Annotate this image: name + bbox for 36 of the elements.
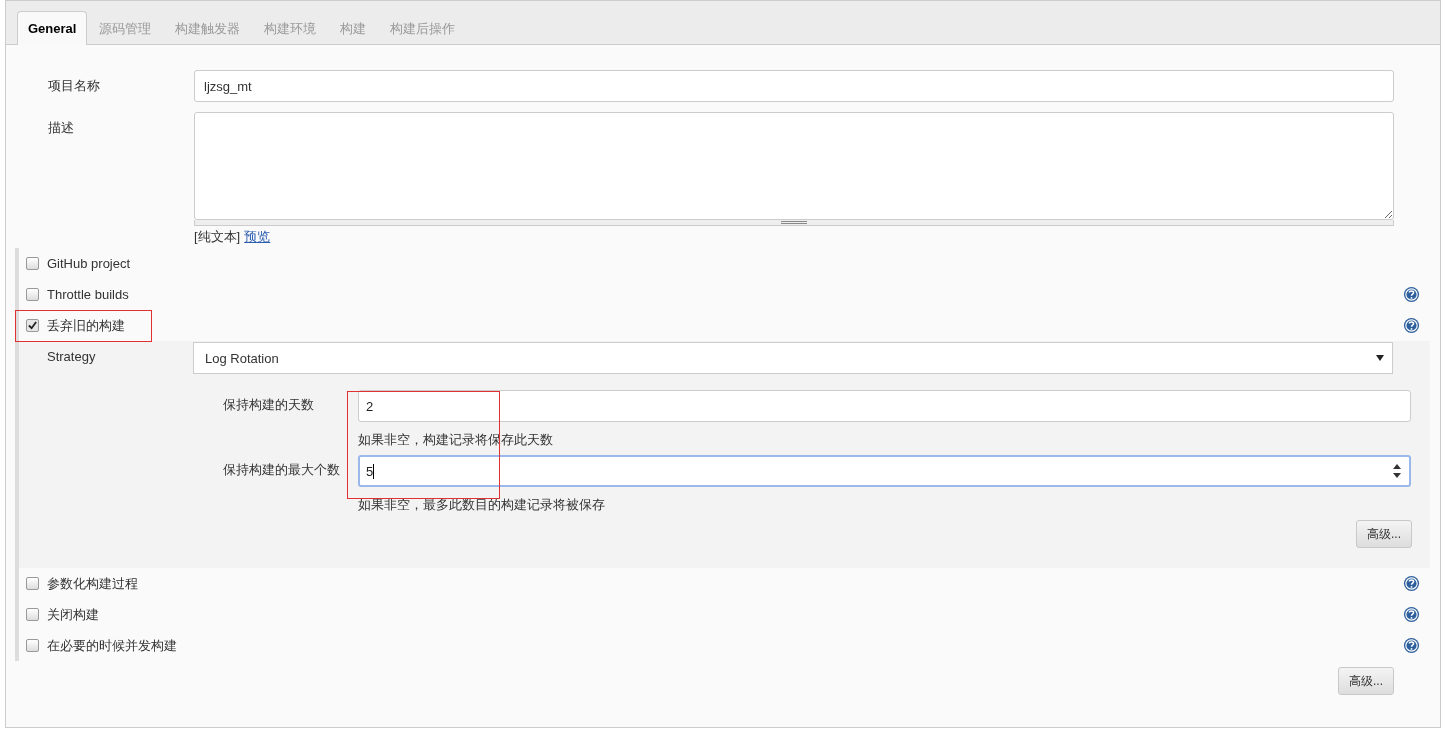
markup-format: [纯文本] <box>194 228 241 246</box>
strategy-dropdown[interactable]: Log Rotation <box>193 342 1393 374</box>
checkbox-label: 关闭构建 <box>47 605 99 624</box>
checkbox[interactable] <box>26 319 39 332</box>
text-field[interactable]: 2 <box>358 390 1411 422</box>
checkbox[interactable] <box>26 288 39 301</box>
help-icon[interactable] <box>1403 575 1420 592</box>
field-label: Strategy <box>47 348 97 366</box>
field-label: 描述 <box>48 119 75 137</box>
checkbox[interactable] <box>26 639 39 652</box>
checkbox-label: GitHub project <box>47 256 131 271</box>
field-label: 保持构建的最大个数 <box>223 461 341 479</box>
preview-link[interactable]: 预览 <box>244 228 271 246</box>
field-label: 项目名称 <box>48 77 101 95</box>
help-icon[interactable] <box>1403 317 1420 334</box>
resize-handle[interactable] <box>194 220 1394 226</box>
help-icon[interactable] <box>1403 637 1420 654</box>
advanced-button[interactable]: 高级... <box>1356 520 1412 548</box>
help-icon[interactable] <box>1403 606 1420 623</box>
help-icon[interactable] <box>1403 286 1420 303</box>
checkbox-label: 在必要的时候并发构建 <box>47 636 177 655</box>
checkbox-label: 参数化构建过程 <box>47 574 138 593</box>
checkbox-label: Throttle builds <box>47 287 129 302</box>
field-hint: 如果非空，最多此数目的构建记录将被保存 <box>358 496 606 514</box>
checkbox[interactable] <box>26 257 39 270</box>
field-label: 保持构建的天数 <box>223 396 315 414</box>
advanced-button[interactable]: 高级... <box>1338 667 1394 695</box>
checkbox[interactable] <box>26 608 39 621</box>
checkbox[interactable] <box>26 577 39 590</box>
project-name-field[interactable]: ljzsg_mt <box>194 70 1394 102</box>
checkbox-label: 丢弃旧的构建 <box>47 316 125 335</box>
number-field[interactable]: 5 <box>358 455 1411 487</box>
spinner-icon[interactable] <box>1393 464 1401 478</box>
description-field[interactable] <box>194 112 1394 220</box>
tab[interactable]: General <box>17 11 88 45</box>
dropdown-arrow-icon <box>1376 355 1384 361</box>
